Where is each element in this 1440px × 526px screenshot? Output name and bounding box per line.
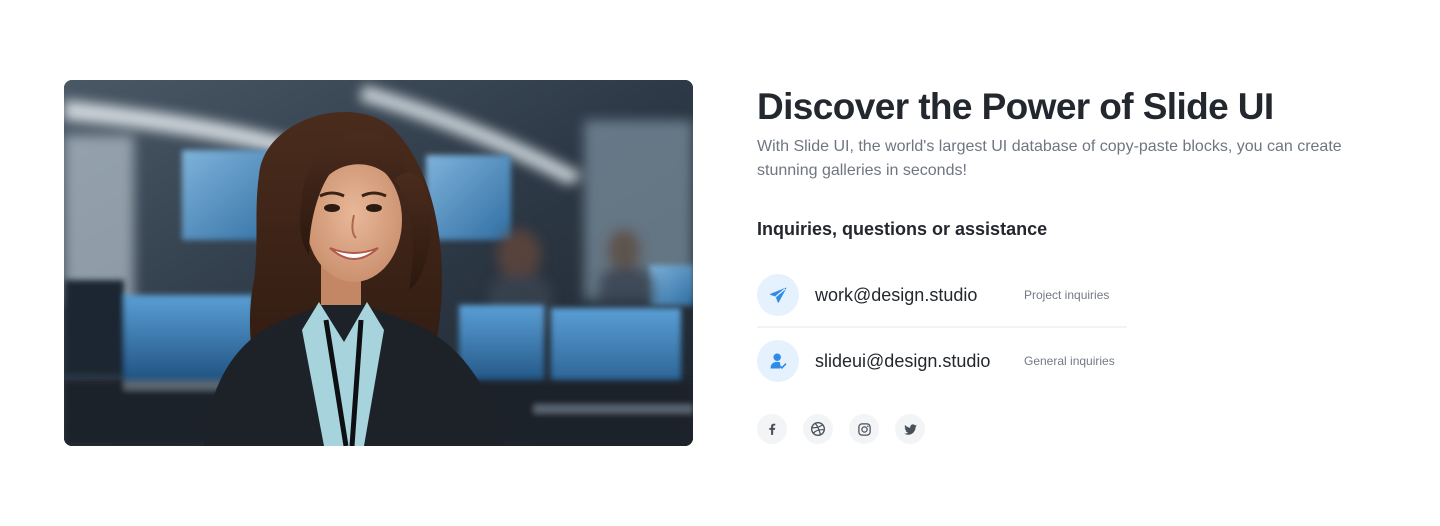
instagram-link[interactable]: [849, 414, 879, 444]
inquiries-heading: Inquiries, questions or assistance: [757, 219, 1048, 239]
contact-item-general: slideui@design.studio General inquiries: [757, 339, 1127, 383]
page-description: With Slide UI, the world's largest UI da…: [757, 138, 1342, 179]
user-check-icon: [757, 340, 799, 382]
project-email-link[interactable]: work@design.studio: [815, 285, 1024, 306]
contact-item-project: work@design.studio Project inquiries: [757, 273, 1127, 317]
facebook-link[interactable]: [757, 414, 787, 444]
hero-photo: [64, 80, 693, 446]
social-links: [757, 414, 925, 444]
office-portrait-illustration: [64, 80, 693, 446]
twitter-link[interactable]: [895, 414, 925, 444]
page-title: Discover the Power of Slide UI: [757, 86, 1274, 127]
instagram-icon: [857, 422, 871, 436]
general-email-link[interactable]: slideui@design.studio: [815, 351, 1024, 372]
twitter-icon: [903, 423, 917, 435]
divider: [757, 326, 1127, 328]
general-inquiries-label: General inquiries: [1024, 354, 1115, 368]
dribbble-link[interactable]: [803, 414, 833, 444]
paper-plane-icon: [757, 274, 799, 316]
facebook-icon: [769, 423, 776, 435]
project-inquiries-label: Project inquiries: [1024, 288, 1110, 302]
dribbble-icon: [811, 422, 825, 436]
